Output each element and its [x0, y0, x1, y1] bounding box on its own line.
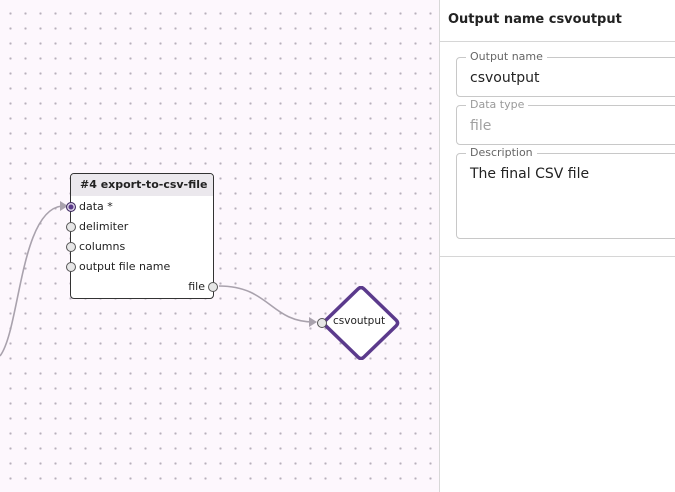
- input-port-label-data: data: [79, 200, 104, 213]
- required-marker: *: [107, 200, 113, 213]
- file-to-output-edge[interactable]: [218, 285, 315, 323]
- input-port-dot-data[interactable]: [66, 202, 76, 212]
- input-port-data[interactable]: data *: [66, 199, 211, 215]
- file-to-output-edge-arrow: [309, 317, 317, 327]
- properties-panel: Output name csvoutput Output name csvout…: [439, 0, 675, 492]
- panel-title: Output name csvoutput: [440, 0, 675, 42]
- input-port-dot-delimiter[interactable]: [66, 222, 76, 232]
- input-port-columns[interactable]: columns: [66, 239, 211, 255]
- output-name-label: Output name: [466, 50, 547, 64]
- incoming-edge[interactable]: [0, 205, 63, 357]
- input-port-delimiter[interactable]: delimiter: [66, 219, 211, 235]
- data-type-field: Data type file: [456, 98, 675, 145]
- input-port-dot-columns[interactable]: [66, 242, 76, 252]
- output-port-label-file: file: [188, 280, 205, 293]
- description-field[interactable]: Description The final CSV file: [456, 146, 675, 239]
- input-port-label-output-file-name: output file name: [79, 260, 171, 273]
- input-port-label-delimiter: delimiter: [79, 220, 129, 233]
- data-type-value: file: [470, 118, 492, 134]
- description-textarea[interactable]: The final CSV file: [470, 166, 589, 182]
- output-port-file[interactable]: file: [71, 279, 218, 295]
- data-type-label: Data type: [466, 98, 529, 112]
- workflow-canvas[interactable]: #4 export-to-csv-file data * delimiter c…: [0, 0, 439, 492]
- step-node-title: #4 export-to-csv-file: [71, 174, 213, 196]
- output-name-field[interactable]: Output name csvoutput: [456, 50, 675, 97]
- description-label: Description: [466, 146, 537, 160]
- output-name-input[interactable]: csvoutput: [470, 70, 539, 86]
- output-node-label: csvoutput: [333, 315, 386, 327]
- output-node-input-port[interactable]: [317, 318, 327, 328]
- step-node-export-to-csv-file[interactable]: #4 export-to-csv-file data * delimiter c…: [66, 173, 218, 299]
- input-port-dot-output-file-name[interactable]: [66, 262, 76, 272]
- input-port-output-file-name[interactable]: output file name: [66, 259, 211, 275]
- output-port-dot-file[interactable]: [208, 282, 218, 292]
- input-port-label-columns: columns: [79, 240, 126, 253]
- panel-divider: [440, 256, 675, 257]
